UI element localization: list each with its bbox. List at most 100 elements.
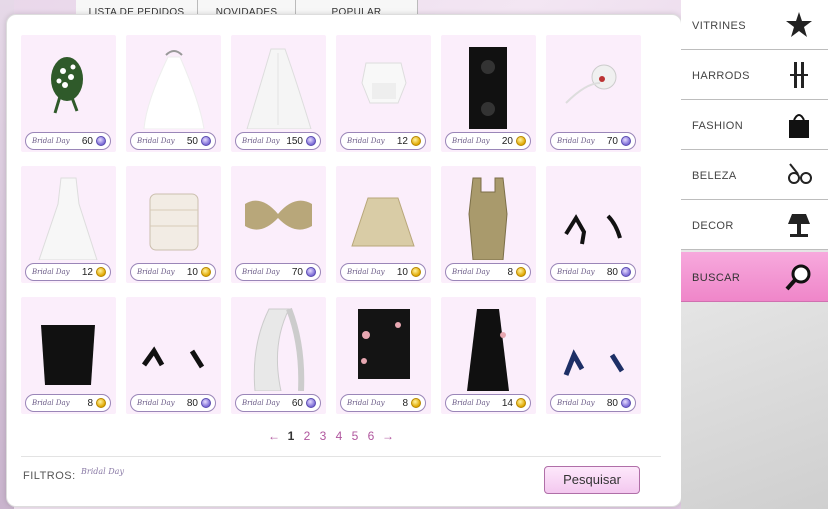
brand-label: Bridal Day <box>557 399 595 407</box>
next-page-arrow[interactable]: → <box>379 429 397 443</box>
item-thumbnail <box>241 43 316 130</box>
item-card[interactable]: Bridal Day 12 <box>336 35 431 152</box>
item-thumbnail <box>556 305 631 391</box>
price-value: 80 <box>186 397 198 409</box>
menu-item-label: DECOR <box>692 220 734 232</box>
item-card[interactable]: Bridal Day 70 <box>546 35 641 152</box>
prev-page-arrow[interactable]: ← <box>265 429 283 443</box>
gold-coin-icon <box>96 267 106 277</box>
price-value: 14 <box>501 397 513 409</box>
price-value: 70 <box>606 135 618 147</box>
menu-item-fashion[interactable]: FASHION <box>681 100 828 150</box>
brand-label: Bridal Day <box>557 137 595 145</box>
price-value: 60 <box>291 397 303 409</box>
star-icon <box>784 10 814 40</box>
item-thumbnail <box>136 305 211 391</box>
price-tag: Bridal Day 8 <box>340 394 426 412</box>
item-grid: Bridal Day 60 Bridal Day 50 Bridal Day 150 Bri… <box>21 35 641 414</box>
brand-label: Bridal Day <box>32 137 70 145</box>
menu-item-label: BELEZA <box>692 170 737 182</box>
table-lamp-icon <box>784 210 814 240</box>
harrods-icon <box>784 60 814 90</box>
divider <box>21 456 661 457</box>
purple-coin-icon <box>201 136 211 146</box>
price-value: 10 <box>396 266 408 278</box>
tab-novidades[interactable]: NOVIDADES <box>198 0 296 14</box>
item-card[interactable]: Bridal Day 10 <box>126 166 221 283</box>
item-card[interactable]: Bridal Day 20 <box>441 35 536 152</box>
price-tag: Bridal Day 70 <box>235 263 321 281</box>
price-value: 80 <box>606 266 618 278</box>
item-card[interactable]: Bridal Day 14 <box>441 297 536 414</box>
purple-coin-icon <box>306 267 316 277</box>
right-menu: VITRINES HARRODS FASHION BELEZA DECOR BUSCAR <box>681 0 828 509</box>
menu-item-vitrines[interactable]: VITRINES <box>681 0 828 50</box>
tab-lista-de-pedidos[interactable]: LISTA DE PEDIDOS <box>76 0 198 14</box>
price-value: 12 <box>396 135 408 147</box>
filters-label: FILTROS: <box>23 470 76 482</box>
item-thumbnail <box>556 174 631 260</box>
menu-item-buscar[interactable]: BUSCAR <box>681 252 828 302</box>
gold-coin-icon <box>201 267 211 277</box>
item-card[interactable]: Bridal Day 80 <box>546 297 641 414</box>
price-tag: Bridal Day 80 <box>550 263 636 281</box>
purple-coin-icon <box>306 136 316 146</box>
item-thumbnail <box>136 43 211 130</box>
page-link-2[interactable]: 2 <box>299 429 315 443</box>
page-link-6[interactable]: 6 <box>363 429 379 443</box>
brand-label: Bridal Day <box>452 399 490 407</box>
price-tag: Bridal Day 20 <box>445 132 531 150</box>
shopping-bag-icon <box>784 110 814 140</box>
item-thumbnail <box>241 174 316 260</box>
price-tag: Bridal Day 8 <box>445 263 531 281</box>
page-link-3[interactable]: 3 <box>315 429 331 443</box>
price-tag: Bridal Day 50 <box>130 132 216 150</box>
gold-coin-icon <box>96 398 106 408</box>
item-card[interactable]: Bridal Day 8 <box>336 297 431 414</box>
price-tag: Bridal Day 12 <box>340 132 426 150</box>
menu-item-label: FASHION <box>692 120 744 132</box>
price-tag: Bridal Day 60 <box>25 132 111 150</box>
page-link-5[interactable]: 5 <box>347 429 363 443</box>
filter-brand-logo[interactable]: Bridal Day <box>81 467 124 476</box>
brand-label: Bridal Day <box>452 268 490 276</box>
item-card[interactable]: Bridal Day 80 <box>546 166 641 283</box>
item-card[interactable]: Bridal Day 8 <box>441 166 536 283</box>
price-value: 50 <box>186 135 198 147</box>
item-card[interactable]: Bridal Day 70 <box>231 166 326 283</box>
item-card[interactable]: Bridal Day 10 <box>336 166 431 283</box>
item-thumbnail <box>241 305 316 392</box>
menu-item-beleza[interactable]: BELEZA <box>681 150 828 200</box>
item-thumbnail <box>451 174 526 261</box>
item-card[interactable]: Bridal Day 80 <box>126 297 221 414</box>
purple-coin-icon <box>306 398 316 408</box>
item-card[interactable]: Bridal Day 12 <box>21 166 116 283</box>
price-value: 10 <box>186 266 198 278</box>
price-value: 8 <box>507 266 513 278</box>
brand-label: Bridal Day <box>242 137 280 145</box>
price-value: 70 <box>291 266 303 278</box>
item-card[interactable]: Bridal Day 8 <box>21 297 116 414</box>
menu-item-label: HARRODS <box>692 70 750 82</box>
menu-item-harrods[interactable]: HARRODS <box>681 50 828 100</box>
brand-label: Bridal Day <box>242 399 280 407</box>
brand-label: Bridal Day <box>32 399 70 407</box>
pagination: ← 1 2 3 4 5 6 → <box>265 429 397 443</box>
price-tag: Bridal Day 10 <box>130 263 216 281</box>
purple-coin-icon <box>621 267 631 277</box>
sunglasses-icon <box>784 160 814 190</box>
item-card[interactable]: Bridal Day 60 <box>231 297 326 414</box>
item-card[interactable]: Bridal Day 150 <box>231 35 326 152</box>
page-link-4[interactable]: 4 <box>331 429 347 443</box>
page-link-1[interactable]: 1 <box>283 429 299 443</box>
gold-coin-icon <box>516 136 526 146</box>
item-card[interactable]: Bridal Day 60 <box>21 35 116 152</box>
menu-item-decor[interactable]: DECOR <box>681 200 828 250</box>
tab-popular[interactable]: POPULAR <box>296 0 418 14</box>
item-card[interactable]: Bridal Day 50 <box>126 35 221 152</box>
item-thumbnail <box>346 174 421 260</box>
background-tabs: LISTA DE PEDIDOS NOVIDADES POPULAR <box>76 0 418 14</box>
search-button[interactable]: Pesquisar <box>544 466 640 494</box>
gold-coin-icon <box>516 267 526 277</box>
item-thumbnail <box>31 43 106 129</box>
